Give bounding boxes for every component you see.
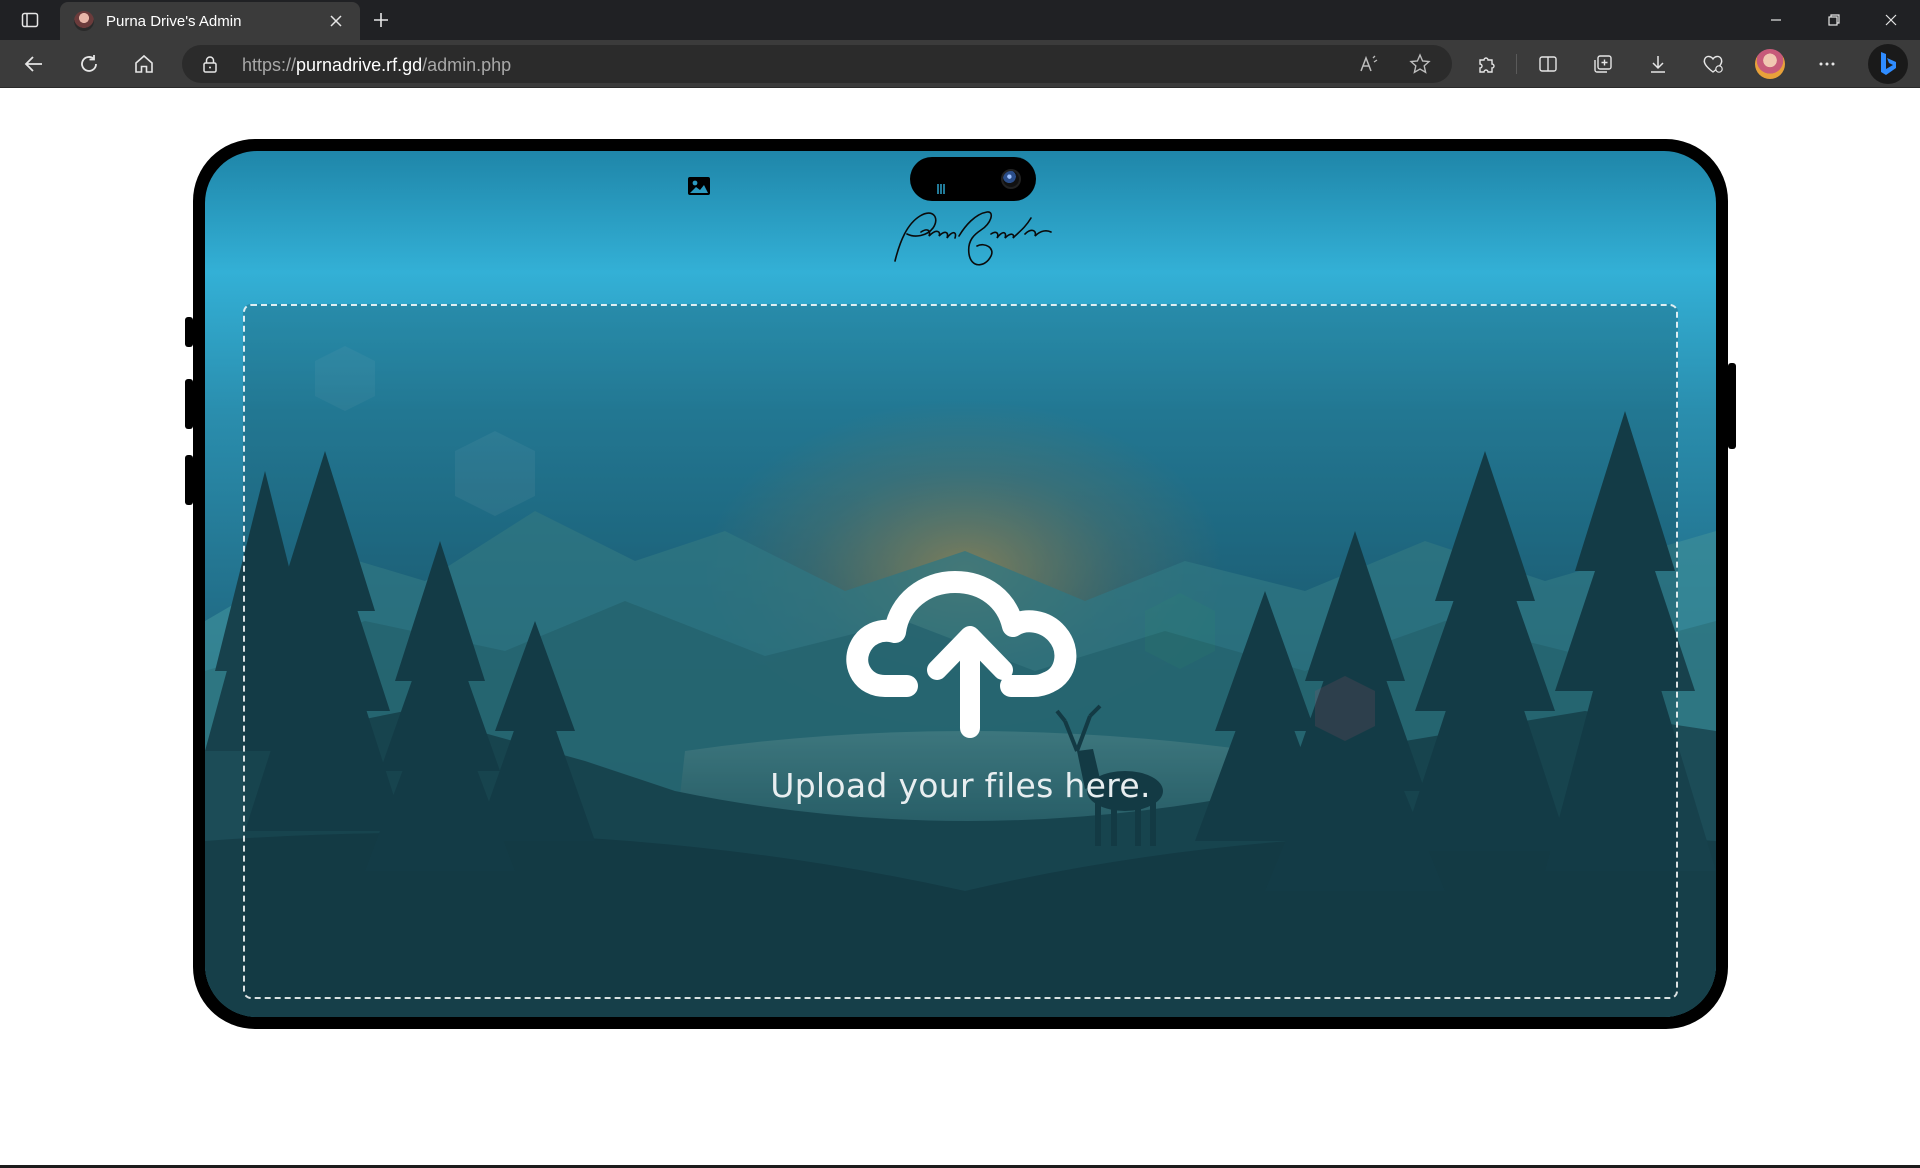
address-bar[interactable]: https://purnadrive.rf.gd/admin.php — [182, 45, 1452, 83]
toolbar-separator — [1516, 54, 1517, 74]
lock-icon[interactable] — [200, 54, 220, 74]
copilot-bing-button[interactable] — [1868, 44, 1908, 84]
collections-icon[interactable] — [1587, 48, 1619, 80]
tab-actions-button[interactable] — [12, 6, 48, 34]
restore-icon — [1828, 14, 1840, 26]
bing-icon — [1881, 52, 1896, 75]
home-icon — [135, 54, 153, 73]
extensions-icon[interactable] — [1470, 48, 1502, 80]
profile-avatar[interactable] — [1755, 49, 1785, 79]
tab-actions-icon — [21, 12, 39, 28]
front-camera-icon — [1001, 169, 1021, 189]
url-text: https://purnadrive.rf.gd/admin.php — [242, 55, 512, 75]
home-button[interactable] — [126, 46, 162, 82]
refresh-icon — [81, 55, 97, 72]
browser-tab-active[interactable]: Purna Drive's Admin — [60, 2, 360, 40]
upload-message: Upload your files here. — [770, 766, 1151, 805]
favorite-star-icon[interactable] — [1406, 51, 1434, 77]
image-icon — [688, 177, 710, 195]
read-aloud-icon[interactable] — [1356, 51, 1384, 77]
downloads-icon[interactable] — [1642, 48, 1674, 80]
gallery-button[interactable] — [684, 171, 714, 201]
split-screen-icon[interactable] — [1532, 48, 1564, 80]
page-content: Upload your files here. — [0, 88, 1920, 1168]
browser-toolbar: https://purnadrive.rf.gd/admin.php — [0, 40, 1920, 88]
tab-close-button[interactable] — [324, 9, 348, 33]
device-screen: Upload your files here. — [205, 151, 1716, 1017]
restore-button[interactable] — [1805, 0, 1863, 40]
tablet-frame: Upload your files here. — [185, 139, 1736, 1029]
plus-icon — [374, 13, 388, 27]
new-tab-button[interactable] — [365, 5, 397, 35]
more-options-icon[interactable] — [1811, 48, 1843, 80]
device-power-button — [1728, 363, 1736, 449]
browser-title-bar: Purna Drive's Admin — [0, 0, 1920, 40]
cloud-upload-icon — [846, 571, 1077, 738]
window-close-icon — [1885, 14, 1897, 26]
trash-icon — [932, 174, 950, 197]
delete-button[interactable] — [926, 171, 956, 201]
device-side-button — [185, 455, 193, 505]
tab-title: Purna Drive's Admin — [106, 12, 242, 30]
tab-favicon-icon — [74, 11, 94, 31]
minimize-button[interactable] — [1747, 0, 1805, 40]
signature-logo — [894, 211, 1052, 266]
device-side-button — [185, 317, 193, 347]
close-icon — [330, 15, 342, 27]
back-button[interactable] — [16, 46, 52, 82]
back-arrow-icon — [24, 56, 42, 72]
minimize-icon — [1771, 19, 1781, 21]
device-side-button — [185, 379, 193, 429]
browser-essentials-icon[interactable] — [1697, 48, 1729, 80]
upload-dropzone[interactable]: Upload your files here. — [243, 304, 1678, 999]
refresh-button[interactable] — [71, 46, 107, 82]
window-close-button[interactable] — [1862, 0, 1920, 40]
